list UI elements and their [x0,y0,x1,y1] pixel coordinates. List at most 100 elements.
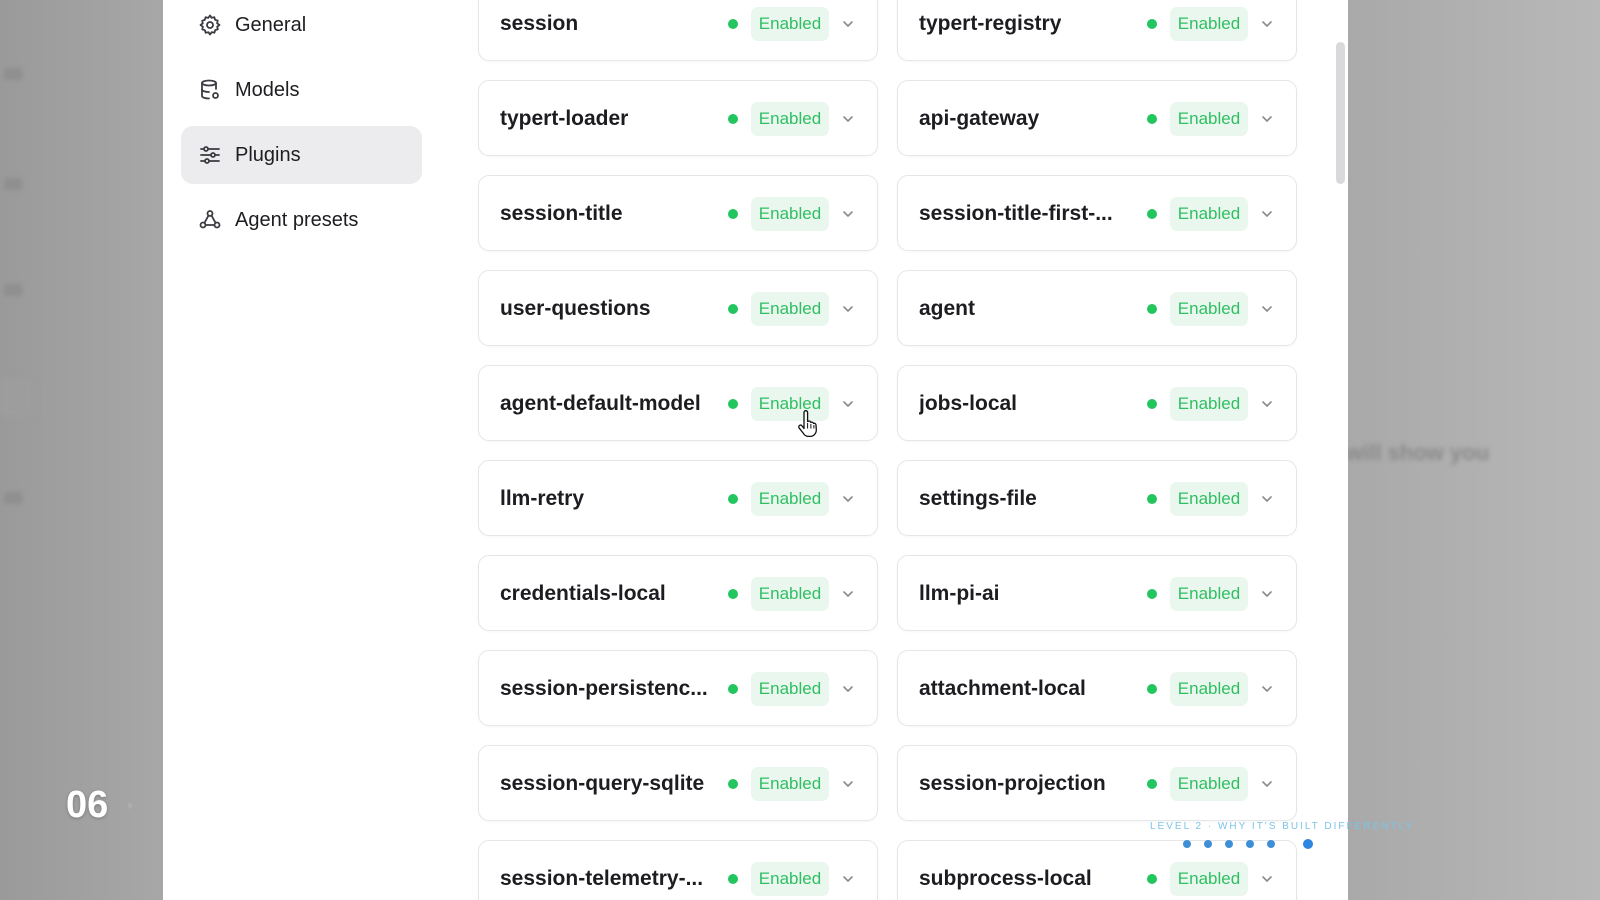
plugin-name: llm-retry [500,487,585,510]
plugin-name: user-questions [500,297,651,320]
progress-dot [1267,840,1275,848]
status-badge: Enabled [1170,672,1248,706]
background-active-item [0,378,34,418]
status-dot-icon [1147,494,1157,504]
plugin-card[interactable]: session-projection Enabled [897,745,1297,821]
status-dot-icon [728,874,738,884]
chevron-down-icon[interactable] [1259,16,1275,32]
status-dot-icon [1147,684,1157,694]
chevron-down-icon[interactable] [1259,586,1275,602]
chevron-down-icon[interactable] [840,681,856,697]
status-badge: Enabled [1170,862,1248,896]
plugin-name: settings-file [919,487,1037,510]
status-badge: Enabled [1170,387,1248,421]
chevron-down-icon[interactable] [1259,396,1275,412]
progress-dot [1225,840,1233,848]
status-badge: Enabled [1170,577,1248,611]
chevron-down-icon[interactable] [840,111,856,127]
status-badge: Enabled [751,7,829,41]
status-dot-icon [728,19,738,29]
status-dot-icon [1147,304,1157,314]
chevron-down-icon[interactable] [840,16,856,32]
plugin-card[interactable]: credentials-local Enabled [478,555,878,631]
status-badge: Enabled [751,672,829,706]
status-badge: Enabled [1170,7,1248,41]
plugin-card[interactable]: session-title-first-... Enabled [897,175,1297,251]
progress-dots [1183,839,1326,849]
status-badge: Enabled [751,767,829,801]
background-text: will show you [1346,440,1490,465]
scrollbar-thumb[interactable] [1336,42,1345,184]
status-badge: Enabled [1170,767,1248,801]
background-icon [4,284,22,296]
plugin-card[interactable]: session-telemetry-... Enabled [478,840,878,900]
status-dot-icon [728,114,738,124]
plugin-name: api-gateway [919,107,1040,130]
slide-number-suffix: › [128,798,132,812]
chevron-down-icon[interactable] [1259,871,1275,887]
status-badge: Enabled [1170,482,1248,516]
chevron-down-icon[interactable] [1259,206,1275,222]
status-dot-icon [1147,399,1157,409]
slide-number: 06 [66,784,109,826]
plugin-name: llm-pi-ai [919,582,1000,605]
plugin-name: agent-default-model [500,392,701,415]
plugin-name: credentials-local [500,582,666,605]
progress-dot [1204,840,1212,848]
plugin-name: session-telemetry-... [500,867,704,890]
background-icon [4,492,22,504]
plugin-name: session-projection [919,772,1106,795]
plugin-card[interactable]: session Enabled [478,0,878,61]
status-badge: Enabled [751,292,829,326]
plugin-card[interactable]: llm-retry Enabled [478,460,878,536]
chevron-down-icon[interactable] [840,206,856,222]
plugin-name: agent [919,297,976,320]
status-dot-icon [1147,209,1157,219]
chevron-down-icon[interactable] [1259,681,1275,697]
level-label: LEVEL 2 · WHY IT'S BUILT DIFFERENTLY [1150,821,1414,832]
chevron-down-icon[interactable] [1259,776,1275,792]
status-dot-icon [728,304,738,314]
status-dot-icon [728,684,738,694]
plugin-card[interactable]: typert-registry Enabled [897,0,1297,61]
status-badge: Enabled [751,862,829,896]
chevron-down-icon[interactable] [1259,301,1275,317]
plugin-grid: session Enabled typert-loader Enabled sessio… [163,0,1348,900]
status-dot-icon [728,399,738,409]
plugin-name: subprocess-local [919,867,1092,890]
chevron-down-icon[interactable] [840,301,856,317]
plugin-card[interactable]: api-gateway Enabled [897,80,1297,156]
plugin-card[interactable]: agent Enabled [897,270,1297,346]
plugin-card[interactable]: llm-pi-ai Enabled [897,555,1297,631]
plugin-name: session-query-sqlite [500,772,705,795]
progress-dot [1246,840,1254,848]
plugin-card[interactable]: user-questions Enabled [478,270,878,346]
chevron-down-icon[interactable] [840,586,856,602]
chevron-down-icon[interactable] [840,871,856,887]
plugin-card[interactable]: session-query-sqlite Enabled [478,745,878,821]
plugin-card[interactable]: session-persistenc... Enabled [478,650,878,726]
chevron-down-icon[interactable] [1259,491,1275,507]
plugin-card[interactable]: attachment-local Enabled [897,650,1297,726]
status-badge: Enabled [751,102,829,136]
plugin-card[interactable]: subprocess-local Enabled [897,840,1297,900]
chevron-down-icon[interactable] [1259,111,1275,127]
background-icon [4,68,22,80]
plugin-card[interactable]: typert-loader Enabled [478,80,878,156]
status-badge: Enabled [751,197,829,231]
chevron-down-icon[interactable] [840,396,856,412]
settings-modal: General Models Plugins Agent presets ses… [163,0,1348,900]
chevron-down-icon[interactable] [840,776,856,792]
plugin-card[interactable]: jobs-local Enabled [897,365,1297,441]
plugin-name: session-title [500,202,623,225]
plugin-card[interactable]: session-title Enabled [478,175,878,251]
status-dot-icon [728,494,738,504]
plugin-name: jobs-local [919,392,1018,415]
chevron-down-icon[interactable] [840,491,856,507]
plugin-name: typert-registry [919,12,1062,35]
plugin-name: session-title-first-... [919,202,1113,225]
plugin-name: session [500,12,579,35]
plugin-card[interactable]: settings-file Enabled [897,460,1297,536]
plugin-name: attachment-local [919,677,1086,700]
progress-dot-current [1303,839,1313,849]
